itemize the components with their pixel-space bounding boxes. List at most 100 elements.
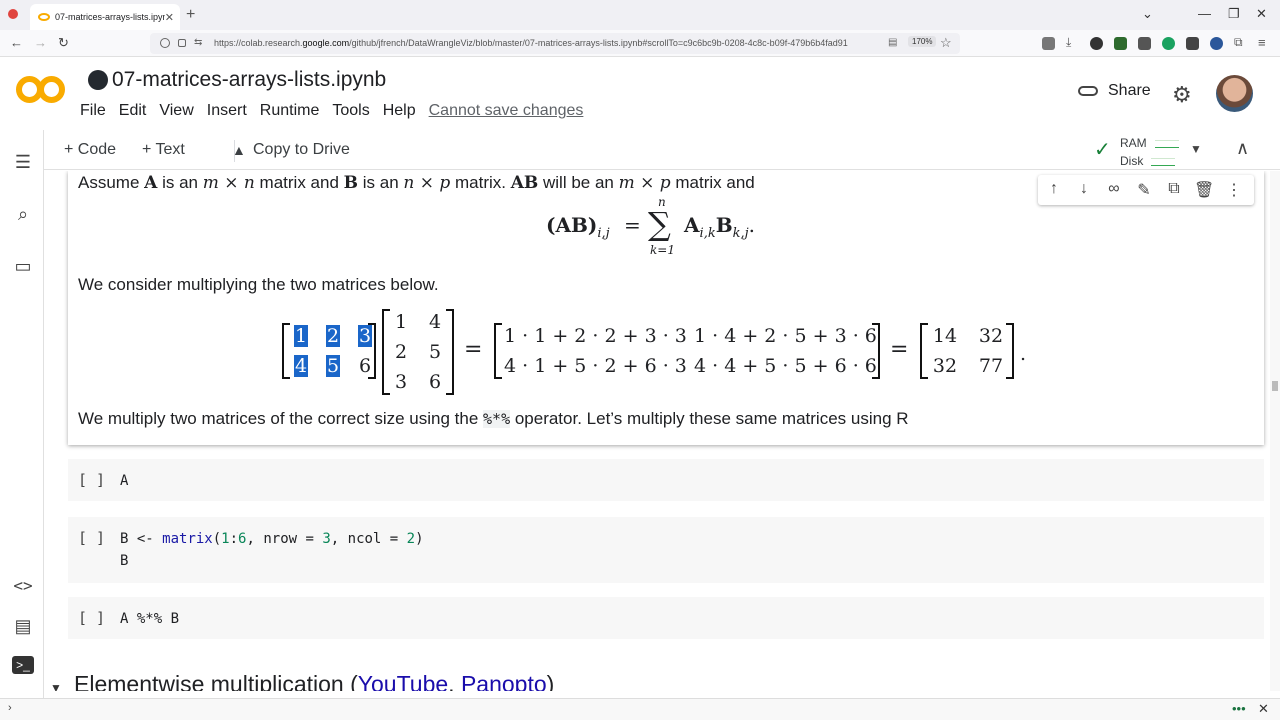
link-icon	[1078, 86, 1098, 96]
status-close-icon[interactable]: ✕	[1258, 701, 1269, 717]
status-more-icon[interactable]: •••	[1232, 701, 1246, 716]
run-cell-button[interactable]: [ ]	[78, 529, 105, 547]
text-cell-selected[interactable]: Assume A is an m × n matrix and B is an …	[68, 171, 1264, 445]
add-code-button[interactable]: + Code	[64, 141, 116, 159]
move-down-icon[interactable]: ↓	[1074, 180, 1094, 198]
run-cell-button[interactable]: [ ]	[78, 471, 105, 489]
tab-close-icon[interactable]: ✕	[165, 11, 174, 24]
scrollbar[interactable]	[1270, 171, 1280, 691]
bookmark-star-icon[interactable]: ☆	[940, 35, 952, 51]
delete-trash-icon[interactable]: 🗑	[1194, 180, 1214, 200]
files-folder-icon[interactable]: ▭	[12, 256, 34, 277]
minimize-icon[interactable]: —	[1198, 6, 1211, 21]
cannot-save-link[interactable]: Cannot save changes	[429, 102, 584, 120]
add-text-button[interactable]: + Text	[142, 141, 185, 159]
browser-tab[interactable]: 07-matrices-arrays-lists.ipynb ✕	[30, 4, 180, 30]
matrix-result: 14 32 32 77	[920, 323, 1014, 379]
colab-favicon-icon	[38, 13, 50, 21]
equals-sign: =	[464, 337, 483, 362]
search-icon[interactable]: ⌕	[12, 204, 34, 225]
resource-monitor[interactable]: RAM Disk	[1120, 134, 1179, 170]
extension-icon-1[interactable]	[1090, 37, 1103, 50]
code-line[interactable]: A %*% B	[120, 611, 179, 627]
reader-view-icon[interactable]: ▤	[888, 37, 897, 48]
status-expand-icon[interactable]: ›	[8, 702, 12, 714]
share-label: Share	[1108, 82, 1151, 99]
browser-menu-icon[interactable]	[8, 9, 18, 19]
code-cell[interactable]: [ ] A %*% B	[68, 597, 1264, 639]
code-cell[interactable]: [ ] B <- matrix(1:6, nrow = 3, ncol = 2)…	[68, 517, 1264, 583]
new-tab-button[interactable]: +	[186, 6, 195, 24]
matrix-a-cell: 6	[358, 355, 372, 377]
scrollbar-thumb[interactable]	[1272, 381, 1278, 391]
tab-list-icon[interactable]: ⌄	[1142, 6, 1153, 22]
matrix-expanded-cell: 1 · 1 + 2 · 2 + 3 · 3	[504, 325, 687, 347]
lock-icon[interactable]	[178, 39, 186, 47]
extension-icon-3[interactable]	[1138, 37, 1151, 50]
download-icon[interactable]: ⤓	[1066, 35, 1071, 50]
matrix-b-cell: 2	[394, 341, 408, 363]
command-palette-icon[interactable]: ▤	[12, 616, 34, 637]
menu-file[interactable]: File	[80, 102, 106, 120]
section-heading: Elementwise multiplication (YouTube, Pan…	[74, 671, 554, 691]
left-sidebar: ☰ ⌕ ▭ <> ▤ >_	[0, 130, 44, 700]
forward-icon[interactable]: →	[34, 35, 47, 50]
code-line[interactable]: A	[120, 473, 128, 489]
edit-pencil-icon[interactable]: ✎	[1134, 180, 1154, 200]
code-cell[interactable]: [ ] A	[68, 459, 1264, 501]
move-up-icon[interactable]: ↑	[1044, 180, 1064, 198]
github-icon	[88, 70, 108, 90]
section-collapse-icon[interactable]: ▼	[50, 681, 62, 691]
user-avatar[interactable]	[1216, 75, 1253, 112]
matrix-a-cell: 1	[294, 325, 308, 347]
menu-edit[interactable]: Edit	[119, 102, 147, 120]
tracking-shield-icon[interactable]	[160, 38, 170, 48]
youtube-link[interactable]: YouTube	[358, 671, 448, 691]
table-of-contents-icon[interactable]: ☰	[12, 152, 34, 173]
link-cell-icon[interactable]: ∞	[1104, 180, 1124, 198]
zoom-level[interactable]: 170%	[908, 36, 937, 47]
pocket-icon[interactable]	[1042, 37, 1055, 50]
restore-icon[interactable]: ❐	[1228, 6, 1240, 22]
disk-meter	[1151, 157, 1176, 166]
menu-view[interactable]: View	[159, 102, 193, 120]
menu-runtime[interactable]: Runtime	[260, 102, 320, 120]
extension-icon-4[interactable]	[1186, 37, 1199, 50]
extensions-puzzle-icon[interactable]: ⧉	[1234, 35, 1243, 50]
collapse-header-icon[interactable]: ∧	[1236, 138, 1249, 159]
reload-icon[interactable]: ↻	[58, 35, 69, 51]
extension-icon-5[interactable]	[1210, 37, 1223, 50]
matrix-a: 1 2 3 4 5 6	[282, 323, 376, 379]
connected-check-icon: ✓	[1094, 139, 1111, 161]
matrix-expanded-cell: 1 · 4 + 2 · 5 + 3 · 6	[694, 325, 877, 347]
grammarly-icon[interactable]	[1162, 37, 1175, 50]
permissions-icon[interactable]: ⇆	[194, 37, 202, 48]
menu-insert[interactable]: Insert	[207, 102, 247, 120]
runtime-dropdown-icon[interactable]: ▼	[1190, 142, 1202, 156]
url-bar[interactable]: https://colab.research.google.com/github…	[150, 33, 960, 54]
menu-help[interactable]: Help	[383, 102, 416, 120]
window-close-icon[interactable]: ✕	[1256, 6, 1267, 22]
panopto-link[interactable]: Panopto	[461, 671, 547, 691]
run-cell-button[interactable]: [ ]	[78, 609, 105, 627]
code-line[interactable]: B	[120, 553, 128, 569]
code-snippets-icon[interactable]: <>	[12, 576, 34, 595]
notebook-title[interactable]: 07-matrices-arrays-lists.ipynb	[88, 68, 386, 92]
share-button[interactable]: Share	[1078, 82, 1151, 100]
back-icon[interactable]: ←	[10, 35, 23, 50]
colab-logo[interactable]	[16, 72, 66, 108]
notebook-main: Assume A is an m × n matrix and B is an …	[44, 171, 1270, 691]
url-prefix: https://colab.research.	[214, 38, 303, 48]
settings-gear-icon[interactable]: ⚙	[1172, 82, 1192, 108]
copy-to-drive-button[interactable]: Copy to Drive	[253, 141, 350, 159]
menu-tools[interactable]: Tools	[332, 102, 369, 120]
mirror-cell-icon[interactable]: ⧉	[1164, 180, 1184, 198]
more-options-icon[interactable]: ⋮	[1224, 180, 1244, 200]
code-line[interactable]: B <- matrix(1:6, nrow = 3, ncol = 2)	[120, 531, 424, 547]
browser-menu-hamburger-icon[interactable]: ≡	[1258, 35, 1266, 50]
extension-icon-2[interactable]	[1114, 37, 1127, 50]
matrix-a-cell: 2	[326, 325, 340, 347]
menu-bar: File Edit View Insert Runtime Tools Help…	[80, 102, 596, 120]
cell-toolbar: ↑ ↓ ∞ ✎ ⧉ 🗑 ⋮	[1038, 175, 1254, 205]
terminal-icon[interactable]: >_	[12, 656, 34, 674]
